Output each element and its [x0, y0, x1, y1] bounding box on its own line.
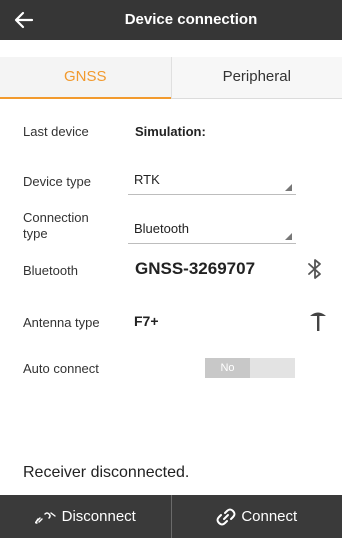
auto-connect-label: Auto connect: [23, 361, 99, 376]
auto-connect-toggle-knob: No: [205, 358, 250, 378]
connection-type-value: Bluetooth: [134, 221, 189, 236]
dropdown-arrow-icon: [285, 184, 292, 191]
connect-label: Connect: [241, 508, 298, 525]
page-title: Device connection: [124, 11, 258, 28]
disconnect-label: Disconnect: [61, 508, 136, 525]
app-header: Device connection: [0, 0, 342, 40]
bluetooth-icon[interactable]: [306, 257, 324, 281]
connection-type-label: Connection type: [23, 210, 89, 242]
last-device-value: Simulation:: [135, 124, 206, 139]
device-type-label: Device type: [23, 174, 91, 189]
back-arrow-icon: [14, 11, 34, 29]
tab-gnss[interactable]: GNSS: [0, 57, 171, 99]
connection-type-dropdown[interactable]: Bluetooth: [128, 218, 296, 244]
connection-type-label-line1: Connection: [23, 210, 89, 225]
antenna-type-label: Antenna type: [23, 315, 100, 330]
unlink-icon: [34, 511, 56, 524]
dropdown-arrow-icon: [285, 233, 292, 240]
device-type-dropdown[interactable]: RTK: [128, 169, 296, 195]
back-button[interactable]: [10, 7, 38, 33]
connection-status-text: Receiver disconnected.: [23, 464, 190, 481]
antenna-icon[interactable]: [308, 307, 328, 333]
connection-type-label-line2: type: [23, 226, 48, 241]
bottom-action-bar: Disconnect Connect: [0, 495, 342, 538]
tab-bar: GNSS Peripheral: [0, 57, 342, 99]
connect-button[interactable]: Connect: [170, 495, 342, 538]
link-icon: [216, 508, 236, 525]
auto-connect-toggle[interactable]: No: [205, 358, 295, 378]
disconnect-button[interactable]: Disconnect: [0, 495, 171, 538]
antenna-type-value: F7+: [134, 313, 159, 329]
device-type-value: RTK: [134, 172, 160, 187]
tab-peripheral[interactable]: Peripheral: [170, 57, 342, 98]
last-device-label: Last device: [23, 124, 89, 139]
bluetooth-device-name: GNSS-3269707: [135, 259, 256, 278]
bluetooth-label: Bluetooth: [23, 263, 78, 278]
